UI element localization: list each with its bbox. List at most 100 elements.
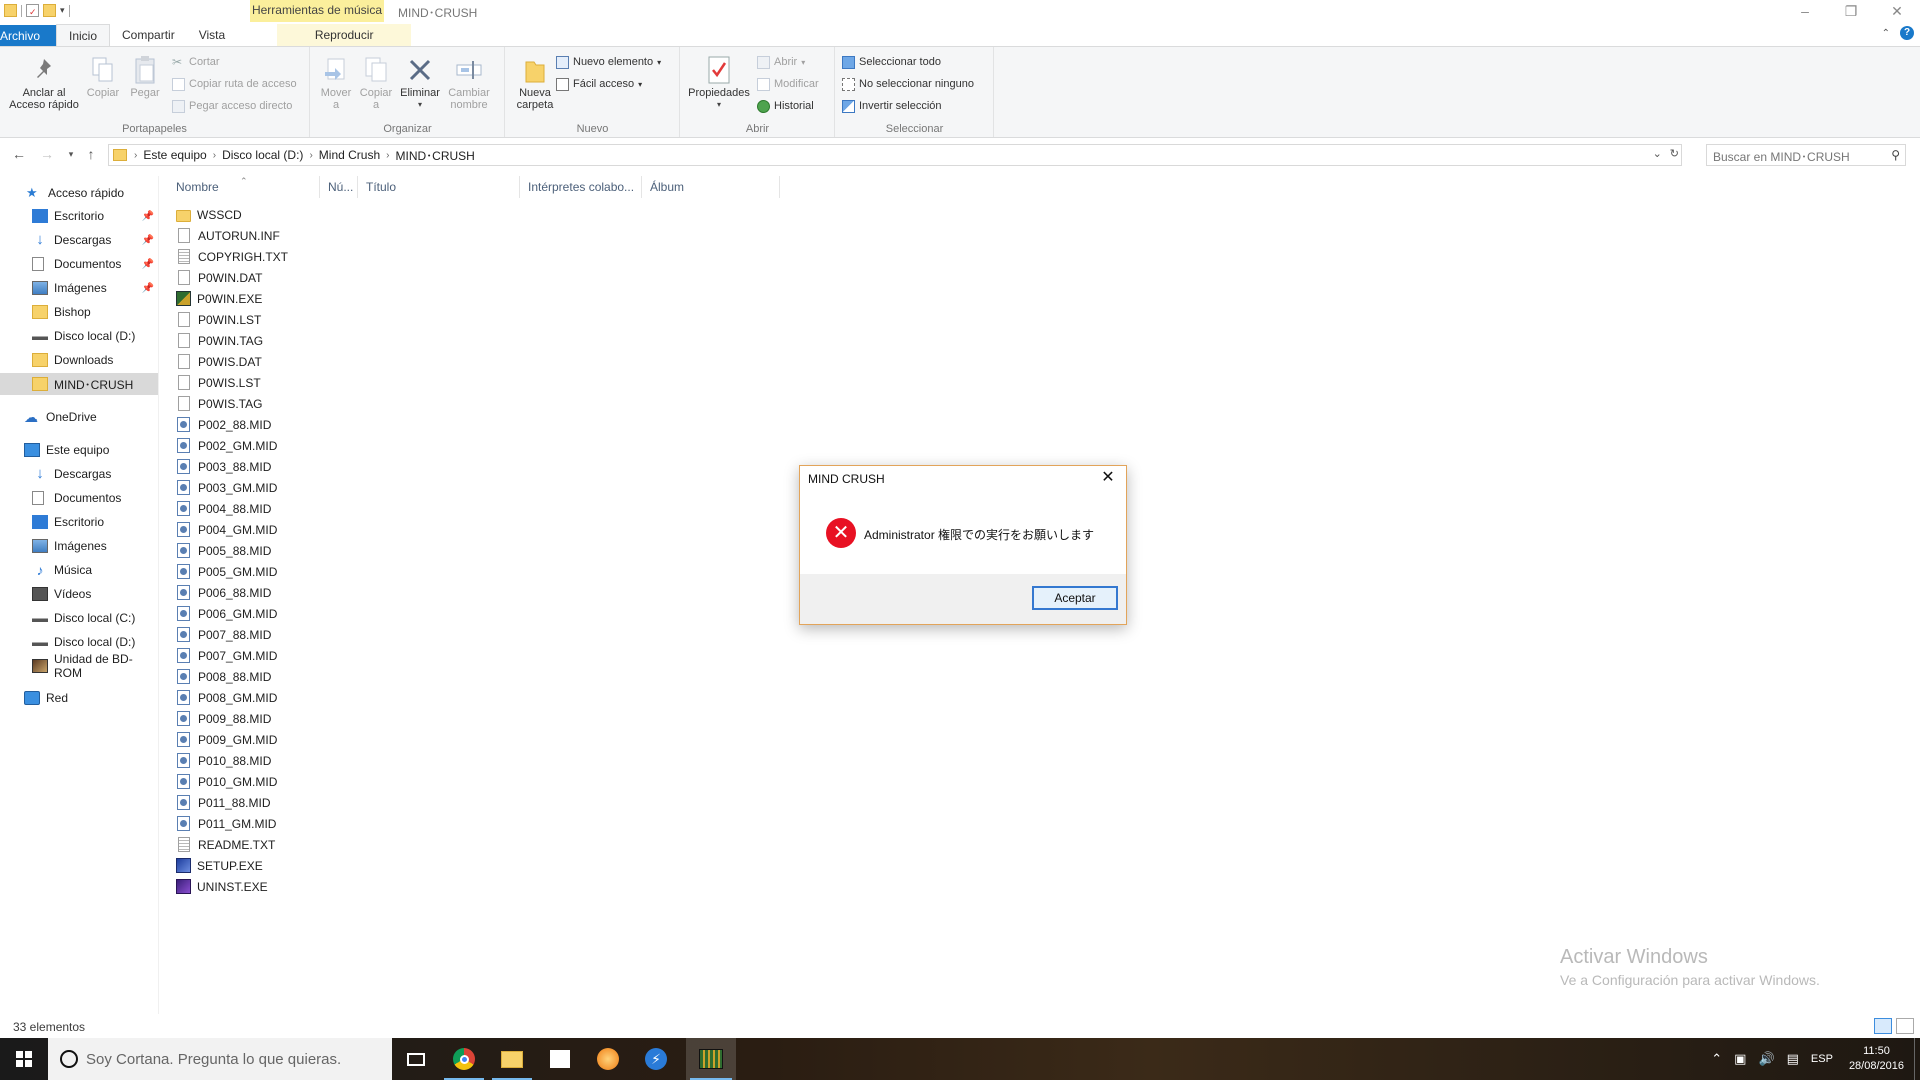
delete-dropdown-icon[interactable]: ▾ <box>397 99 443 111</box>
file-row[interactable]: COPYRIGH.TXT <box>176 246 476 267</box>
large-icons-view-button[interactable] <box>1896 1018 1914 1034</box>
dialog-close-button[interactable]: ✕ <box>1096 468 1120 488</box>
help-icon[interactable]: ? <box>1900 26 1914 40</box>
cortana-search-box[interactable]: Soy Cortana. Pregunta lo que quieras. <box>48 1038 392 1080</box>
new-item-button[interactable]: Nuevo elemento ▾ <box>556 53 661 71</box>
taskbar-store[interactable] <box>536 1038 584 1080</box>
volume-icon[interactable]: 🔊 <box>1758 1051 1774 1067</box>
delete-button[interactable]: Eliminar ▾ <box>397 55 443 111</box>
show-desktop-button[interactable] <box>1914 1038 1920 1080</box>
chevron-right-icon[interactable]: › <box>306 150 315 161</box>
file-row[interactable]: P007_88.MID <box>176 624 476 645</box>
copy-button[interactable]: Copiar <box>82 55 124 99</box>
breadcrumb-disco-d[interactable]: Disco local (D:) <box>219 148 306 162</box>
file-row[interactable]: P007_GM.MID <box>176 645 476 666</box>
file-row[interactable]: P008_88.MID <box>176 666 476 687</box>
file-row[interactable]: UNINST.EXE <box>176 876 476 897</box>
open-button[interactable]: Abrir ▾ <box>757 53 805 71</box>
tab-vista[interactable]: Vista <box>187 24 237 46</box>
column-numero[interactable]: Nú... <box>320 176 358 198</box>
task-view-button[interactable] <box>392 1038 440 1080</box>
new-folder-button[interactable]: Nueva carpeta <box>512 55 558 111</box>
nav-pc-disco-c[interactable]: Disco local (C:) <box>0 607 158 629</box>
file-row[interactable]: P005_GM.MID <box>176 561 476 582</box>
forward-button[interactable]: → <box>38 146 56 162</box>
paste-button[interactable]: Pegar <box>126 55 164 99</box>
breadcrumb-mind-crush[interactable]: Mind Crush <box>316 148 383 162</box>
nav-pc-disco-d[interactable]: Disco local (D:) <box>0 631 158 653</box>
move-to-button[interactable]: Mover a <box>317 55 355 111</box>
recent-locations-button[interactable]: ▾ <box>62 149 80 160</box>
column-interpretes[interactable]: Intérpretes colabo... <box>520 176 642 198</box>
file-row[interactable]: AUTORUN.INF <box>176 225 476 246</box>
new-folder-icon[interactable] <box>43 4 56 17</box>
select-all-button[interactable]: Seleccionar todo <box>842 53 941 71</box>
back-button[interactable]: ← <box>10 146 28 162</box>
nav-acceso-rapido[interactable]: ★ Acceso rápido <box>0 182 158 204</box>
file-row[interactable]: P005_88.MID <box>176 540 476 561</box>
column-titulo[interactable]: Título <box>358 176 520 198</box>
restore-button[interactable]: ❐ <box>1828 0 1874 22</box>
collapse-ribbon-icon[interactable]: ⌃ <box>1882 28 1890 39</box>
copy-path-button[interactable]: Copiar ruta de acceso <box>172 75 297 93</box>
file-row[interactable]: P0WIS.LST <box>176 372 476 393</box>
nav-quick-bishop[interactable]: Bishop <box>0 301 158 323</box>
column-nombre[interactable]: Nombre ⌃ <box>168 176 320 198</box>
nav-pc-bd-rom[interactable]: Unidad de BD-ROM <box>0 652 158 680</box>
file-row[interactable]: P010_88.MID <box>176 750 476 771</box>
nav-quick-mind-crush[interactable]: MIND･CRUSH <box>0 373 158 395</box>
action-center-icon[interactable]: ▤ <box>1787 1051 1799 1067</box>
file-row[interactable]: P0WIS.DAT <box>176 351 476 372</box>
nav-pc-documentos[interactable]: Documentos <box>0 487 158 509</box>
nav-quick-imagenes[interactable]: Imágenes 📌 <box>0 277 158 299</box>
tab-reproducir[interactable]: Reproducir <box>277 24 412 46</box>
easy-access-button[interactable]: Fácil acceso ▾ <box>556 75 642 93</box>
taskbar-mind-crush[interactable] <box>686 1038 736 1080</box>
file-row[interactable]: P002_88.MID <box>176 414 476 435</box>
taskbar-chrome[interactable] <box>440 1038 488 1080</box>
pin-quick-access-button[interactable]: Anclar al Acceso rápido <box>6 55 82 111</box>
breadcrumb-este-equipo[interactable]: Este equipo <box>140 148 209 162</box>
properties-button[interactable]: Propiedades ▾ <box>685 55 753 111</box>
file-row[interactable]: P006_GM.MID <box>176 603 476 624</box>
file-row[interactable]: SETUP.EXE <box>176 855 476 876</box>
edit-button[interactable]: Modificar <box>757 75 819 93</box>
nav-pc-escritorio[interactable]: Escritorio <box>0 511 158 533</box>
minimize-button[interactable]: – <box>1782 0 1828 22</box>
history-button[interactable]: Historial <box>757 97 814 115</box>
details-view-button[interactable] <box>1874 1018 1892 1034</box>
language-indicator[interactable]: ESP <box>1811 1053 1833 1065</box>
file-row[interactable]: P009_GM.MID <box>176 729 476 750</box>
file-row[interactable]: P0WIN.EXE <box>176 288 476 309</box>
tab-inicio[interactable]: Inicio <box>56 24 111 46</box>
clock[interactable]: 11:50 28/08/2016 <box>1849 1044 1904 1074</box>
breadcrumb-mind-crush-folder[interactable]: MIND･CRUSH <box>392 147 477 164</box>
select-none-button[interactable]: No seleccionar ninguno <box>842 75 974 93</box>
copy-to-button[interactable]: Copiar a <box>357 55 395 111</box>
file-row[interactable]: P002_GM.MID <box>176 435 476 456</box>
taskbar-file-explorer[interactable] <box>488 1038 536 1080</box>
pin-icon[interactable]: 📌 <box>142 259 154 270</box>
file-row[interactable]: P011_88.MID <box>176 792 476 813</box>
file-row[interactable]: WSSCD <box>176 204 476 225</box>
pane-divider[interactable] <box>158 176 159 1014</box>
chevron-right-icon[interactable]: › <box>131 150 140 161</box>
properties-dropdown-icon[interactable]: ▾ <box>685 99 753 111</box>
nav-quick-descargas[interactable]: ↓ Descargas 📌 <box>0 229 158 251</box>
file-row[interactable]: P010_GM.MID <box>176 771 476 792</box>
pin-icon[interactable]: 📌 <box>142 235 154 246</box>
refresh-icon[interactable]: ↻ <box>1670 147 1679 160</box>
nav-quick-downloads[interactable]: Downloads <box>0 349 158 371</box>
start-button[interactable] <box>0 1038 48 1080</box>
cut-button[interactable]: ✂ Cortar <box>172 53 220 71</box>
file-row[interactable]: P011_GM.MID <box>176 813 476 834</box>
file-row[interactable]: P0WIN.TAG <box>176 330 476 351</box>
nav-pc-imagenes[interactable]: Imágenes <box>0 535 158 557</box>
file-row[interactable]: P006_88.MID <box>176 582 476 603</box>
ok-button[interactable]: Aceptar <box>1032 586 1118 610</box>
nav-red[interactable]: Red <box>0 687 158 709</box>
file-row[interactable]: P0WIN.LST <box>176 309 476 330</box>
pin-icon[interactable]: 📌 <box>142 283 154 294</box>
file-row[interactable]: P004_88.MID <box>176 498 476 519</box>
search-input[interactable]: Buscar en MIND･CRUSH ⚲ <box>1706 144 1906 166</box>
